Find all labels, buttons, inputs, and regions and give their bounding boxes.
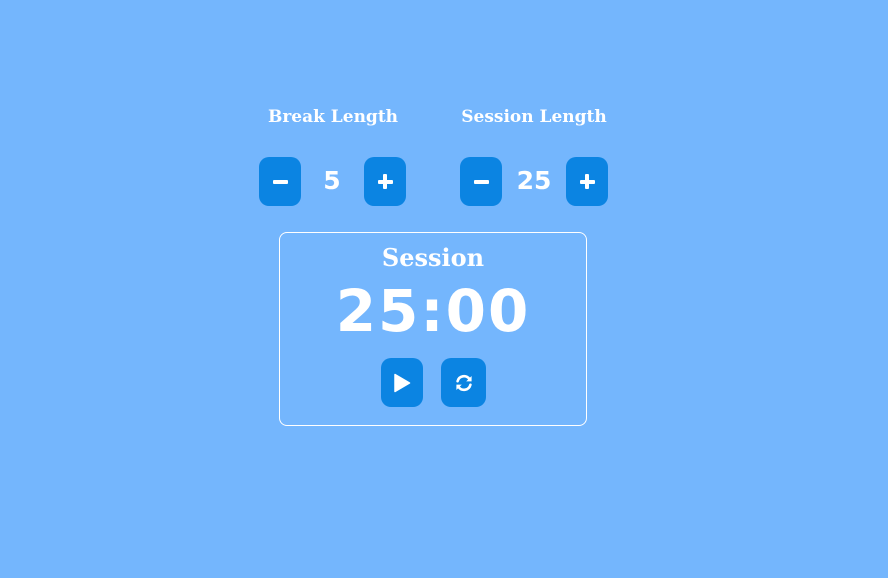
session-decrement-button[interactable]: [460, 157, 502, 206]
minus-icon: [473, 179, 489, 184]
break-length-label: Break Length: [267, 107, 399, 127]
break-increment-button[interactable]: [364, 157, 406, 206]
start-stop-button[interactable]: [381, 358, 423, 407]
minus-icon: [272, 179, 288, 184]
reset-button[interactable]: [441, 358, 486, 407]
refresh-icon: [455, 374, 472, 391]
session-length-label: Session Length: [461, 107, 607, 127]
time-left-display: 25:00: [335, 277, 531, 345]
timer-label: Session: [381, 243, 485, 272]
session-length-value: 25: [516, 166, 552, 195]
session-increment-button[interactable]: [566, 157, 608, 206]
timer-panel: Session 25:00: [279, 232, 587, 426]
break-decrement-button[interactable]: [259, 157, 301, 206]
play-icon: [394, 373, 411, 392]
break-length-value: 5: [323, 166, 341, 195]
